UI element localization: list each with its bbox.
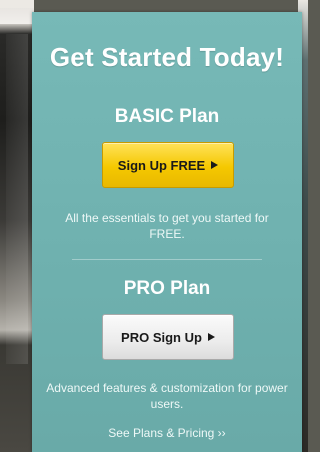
sign-up-free-button[interactable]: Sign Up FREE <box>102 142 234 188</box>
pro-sign-up-label: PRO Sign Up <box>121 329 202 345</box>
triangle-right-icon <box>211 161 219 169</box>
sign-up-free-label: Sign Up FREE <box>117 157 206 173</box>
basic-plan-description: All the essentials to get you started fo… <box>65 211 269 241</box>
panel-title: Get Started Today! <box>49 42 285 72</box>
pro-plan-title: PRO Plan <box>123 278 211 299</box>
pro-sign-up-button[interactable]: PRO Sign Up <box>102 314 234 360</box>
basic-plan-title: BASIC Plan <box>114 106 220 127</box>
plan-divider <box>72 259 262 260</box>
see-plans-pricing-link[interactable]: See Plans & Pricing ›› <box>32 426 302 440</box>
get-started-panel: Get Started Today! BASIC Plan Sign Up FR… <box>32 12 302 452</box>
triangle-right-icon <box>207 333 215 341</box>
background-photo-left <box>0 0 34 452</box>
pro-plan-description: Advanced features & customization for po… <box>46 381 288 411</box>
